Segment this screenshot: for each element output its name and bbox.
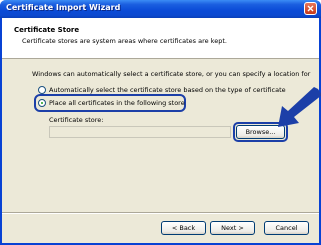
back-button[interactable]: < Back	[161, 221, 206, 235]
intro-text: Windows can automatically select a certi…	[32, 70, 311, 78]
auto-select-radio[interactable]	[38, 86, 46, 94]
footer-divider	[2, 212, 319, 214]
place-in-store-radio[interactable]	[38, 99, 46, 107]
next-button[interactable]: Next >	[210, 221, 255, 235]
wizard-window: Certificate Import Wizard Certificate St…	[0, 0, 321, 245]
certificate-store-field[interactable]	[49, 126, 231, 138]
close-button[interactable]	[304, 2, 317, 15]
auto-select-label[interactable]: Automatically select the certificate sto…	[49, 86, 286, 94]
window-title: Certificate Import Wizard	[6, 3, 121, 12]
place-in-store-label[interactable]: Place all certificates in the following …	[49, 99, 185, 107]
cancel-button[interactable]: Cancel	[264, 221, 309, 235]
certificate-store-label: Certificate store:	[49, 116, 104, 124]
pointer-arrow-icon	[278, 87, 321, 127]
page-description: Certificate stores are system areas wher…	[22, 37, 227, 45]
page-title: Certificate Store	[14, 26, 80, 34]
wizard-header: Certificate Store Certificate stores are…	[2, 18, 319, 59]
title-bar[interactable]: Certificate Import Wizard	[0, 0, 321, 18]
close-icon	[307, 5, 314, 12]
